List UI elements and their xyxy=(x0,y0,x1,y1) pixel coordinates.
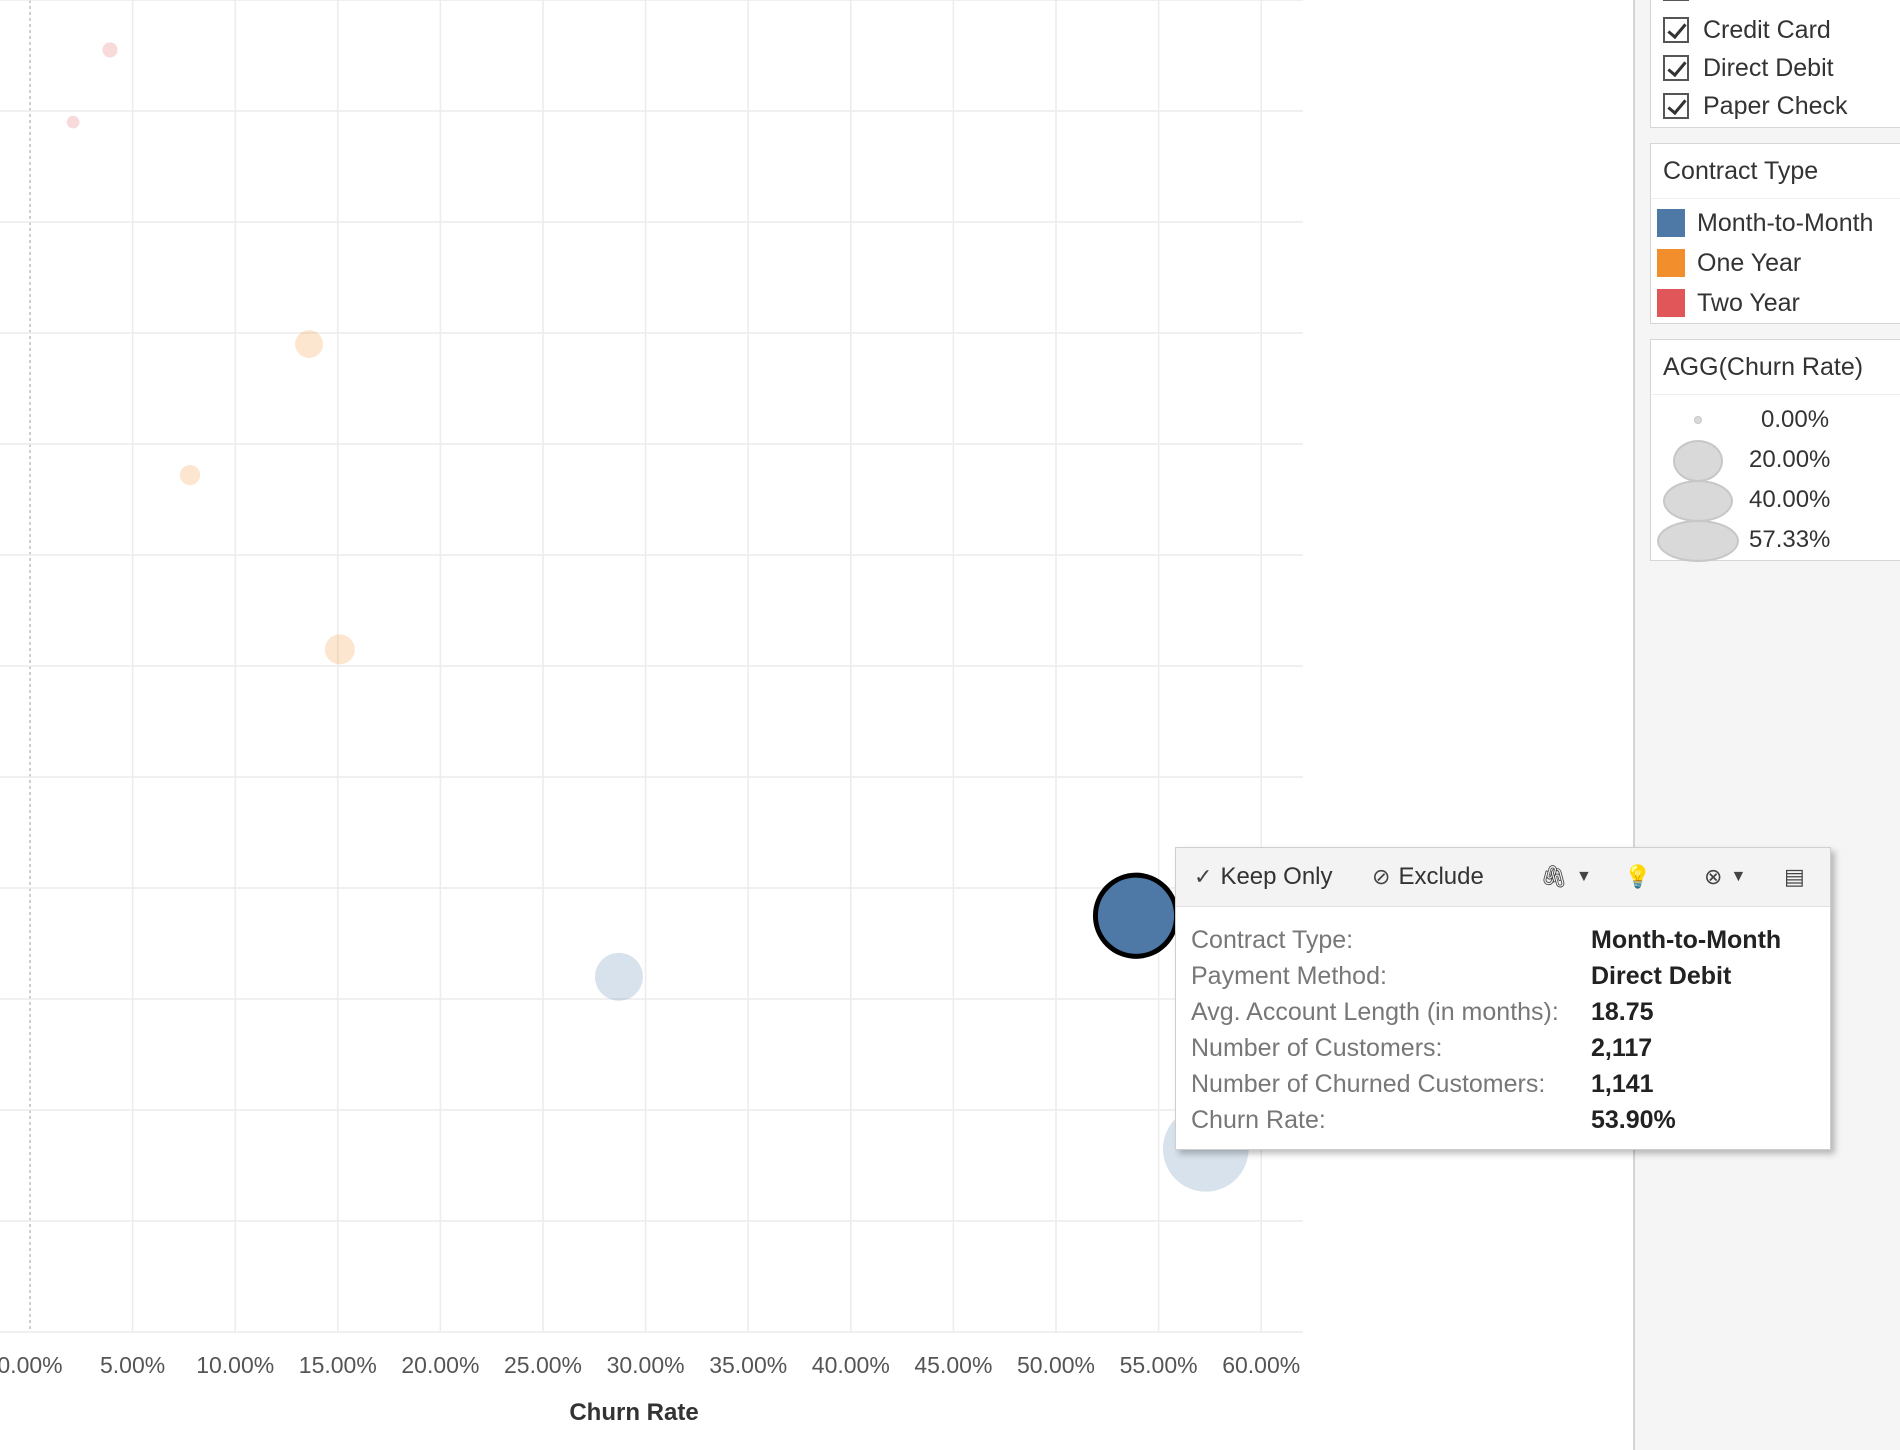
lightbulb-icon: 💡 xyxy=(1624,864,1652,889)
legend-item-one-year[interactable]: One Year xyxy=(1657,243,1801,283)
chart-points xyxy=(66,42,1249,1192)
data-point[interactable] xyxy=(179,464,201,486)
chevron-down-icon: ▼ xyxy=(1575,868,1592,885)
filter-item-label: Direct Debit xyxy=(1703,53,1834,82)
x-tick-label: 50.00% xyxy=(1017,1352,1095,1378)
data-point[interactable] xyxy=(324,634,355,665)
size-legend-item: 20.00% xyxy=(1651,440,1900,482)
data-point[interactable] xyxy=(594,952,643,1001)
size-legend-label: 20.00% xyxy=(1749,446,1831,473)
size-legend: AGG(Churn Rate) 0.00% 20.00% 40.00% 57.3… xyxy=(1650,339,1900,562)
tooltip-row: Avg. Account Length (in months): 18.75 xyxy=(1191,994,1654,1030)
color-swatch xyxy=(1657,249,1685,277)
x-axis-ticks: 0.00% 5.00% 10.00% 15.00% 20.00% 25.00% 30.00%… xyxy=(0,1352,1300,1378)
tooltip-row: Churn Rate: 53.90% xyxy=(1191,1102,1676,1138)
legend-item-month-to-month[interactable]: Month-to-Month xyxy=(1657,203,1873,243)
tooltip-row: Number of Customers: 2,117 xyxy=(1191,1030,1652,1066)
group-members-button[interactable]: 🖇 ▼ xyxy=(1540,848,1600,906)
x-tick-label: 30.00% xyxy=(607,1352,685,1378)
x-tick-label: 5.00% xyxy=(100,1352,165,1378)
x-tick-label: 15.00% xyxy=(299,1352,377,1378)
x-tick-label: 0.00% xyxy=(0,1352,63,1378)
keep-only-label: Keep Only xyxy=(1220,863,1333,890)
tooltip-key: Churn Rate: xyxy=(1191,1105,1326,1134)
mark-tooltip: ✓ Keep Only ⊘ Exclude 🖇 ▼ 💡 ⊗ ▼ ▤ Contra… xyxy=(1175,847,1831,1150)
legend-item-two-year[interactable]: Two Year xyxy=(1657,283,1800,323)
filter-item-label: Paper Check xyxy=(1703,91,1848,120)
check-icon: ✓ xyxy=(1194,864,1213,889)
x-tick-label: 55.00% xyxy=(1120,1352,1198,1378)
tooltip-toolbar: ✓ Keep Only ⊘ Exclude 🖇 ▼ 💡 ⊗ ▼ ▤ xyxy=(1176,848,1830,907)
tooltip-key: Avg. Account Length (in months): xyxy=(1191,997,1559,1026)
x-tick-label: 45.00% xyxy=(914,1352,992,1378)
filter-item-direct-debit[interactable]: Direct Debit xyxy=(1663,49,1834,87)
x-tick-label: 60.00% xyxy=(1222,1352,1300,1378)
legend-item-label: Two Year xyxy=(1697,288,1800,317)
create-set-button[interactable]: ⊗ ▼ xyxy=(1704,848,1754,906)
color-swatch xyxy=(1657,289,1685,317)
size-legend-item: 57.33% xyxy=(1651,520,1900,562)
chart-grid xyxy=(0,0,1303,1333)
checkbox-icon[interactable] xyxy=(1663,17,1689,43)
view-data-button[interactable]: ▤ xyxy=(1784,848,1813,906)
set-icon: ⊗ xyxy=(1704,864,1723,889)
size-circle-icon xyxy=(1673,440,1723,482)
data-point[interactable] xyxy=(295,330,324,359)
size-circle-icon xyxy=(1657,520,1739,562)
tooltip-key: Contract Type: xyxy=(1191,925,1354,954)
size-legend-label: 0.00% xyxy=(1761,406,1830,433)
x-axis-label: Churn Rate xyxy=(569,1399,698,1426)
tooltip-key: Number of Churned Customers: xyxy=(1191,1069,1546,1098)
contract-type-legend: Contract Type Month-to-Month One Year Tw… xyxy=(1650,143,1900,324)
paperclip-icon: 🖇 xyxy=(1540,864,1568,889)
selected-data-point[interactable] xyxy=(1092,872,1180,959)
x-tick-label: 25.00% xyxy=(504,1352,582,1378)
payment-method-filter-card: Credit Card Direct Debit Paper Check xyxy=(1650,0,1900,128)
x-tick-label: 35.00% xyxy=(709,1352,787,1378)
tooltip-value: 1,141 xyxy=(1591,1069,1654,1098)
x-tick-label: 10.00% xyxy=(196,1352,274,1378)
exclude-label: Exclude xyxy=(1398,863,1484,890)
size-circle-icon xyxy=(1663,480,1733,522)
data-point[interactable] xyxy=(66,115,80,129)
size-legend-item: 40.00% xyxy=(1651,480,1900,522)
size-legend-item: 0.00% xyxy=(1651,400,1900,440)
checkbox-icon[interactable] xyxy=(1663,55,1689,81)
checkbox-icon[interactable] xyxy=(1663,93,1689,119)
tooltip-value: 18.75 xyxy=(1591,997,1654,1026)
filter-item-credit-card[interactable]: Credit Card xyxy=(1663,11,1831,49)
size-legend-label: 40.00% xyxy=(1749,486,1831,513)
tooltip-value: Direct Debit xyxy=(1591,961,1732,990)
legend-item-label: Month-to-Month xyxy=(1697,208,1874,237)
tooltip-row: Number of Churned Customers: 1,141 xyxy=(1191,1066,1654,1102)
size-circle-icon xyxy=(1694,416,1702,424)
tooltip-value: Month-to-Month xyxy=(1591,925,1782,954)
tooltip-key: Number of Customers: xyxy=(1191,1033,1443,1062)
legend-item-label: One Year xyxy=(1697,248,1802,277)
tooltip-value: 2,117 xyxy=(1591,1033,1653,1062)
explain-data-button[interactable]: 💡 xyxy=(1624,848,1659,906)
filter-item-label: Credit Card xyxy=(1703,15,1831,44)
tooltip-value: 53.90% xyxy=(1591,1105,1676,1134)
legend-title: AGG(Churn Rate) xyxy=(1651,340,1900,395)
chevron-down-icon: ▼ xyxy=(1730,868,1747,885)
keep-only-button[interactable]: ✓ Keep Only xyxy=(1194,848,1333,906)
scatter-plot[interactable]: 0.00% 5.00% 10.00% 15.00% 20.00% 25.00% 30.00%… xyxy=(0,0,1633,1450)
checkbox-icon[interactable] xyxy=(1663,0,1689,1)
exclude-icon: ⊘ xyxy=(1372,864,1391,889)
tooltip-row: Payment Method: Direct Debit xyxy=(1191,958,1731,994)
tooltip-key: Payment Method: xyxy=(1191,961,1387,990)
x-tick-label: 40.00% xyxy=(812,1352,890,1378)
x-tick-label: 20.00% xyxy=(401,1352,479,1378)
size-legend-label: 57.33% xyxy=(1749,526,1831,553)
color-swatch xyxy=(1657,209,1685,237)
exclude-button[interactable]: ⊘ Exclude xyxy=(1372,848,1484,906)
table-icon: ▤ xyxy=(1784,864,1805,889)
tooltip-row: Contract Type: Month-to-Month xyxy=(1191,922,1781,958)
filter-item-partial[interactable] xyxy=(1663,0,1703,1)
filter-item-paper-check[interactable]: Paper Check xyxy=(1663,87,1848,125)
data-point[interactable] xyxy=(102,42,118,58)
legend-title: Contract Type xyxy=(1651,144,1900,199)
